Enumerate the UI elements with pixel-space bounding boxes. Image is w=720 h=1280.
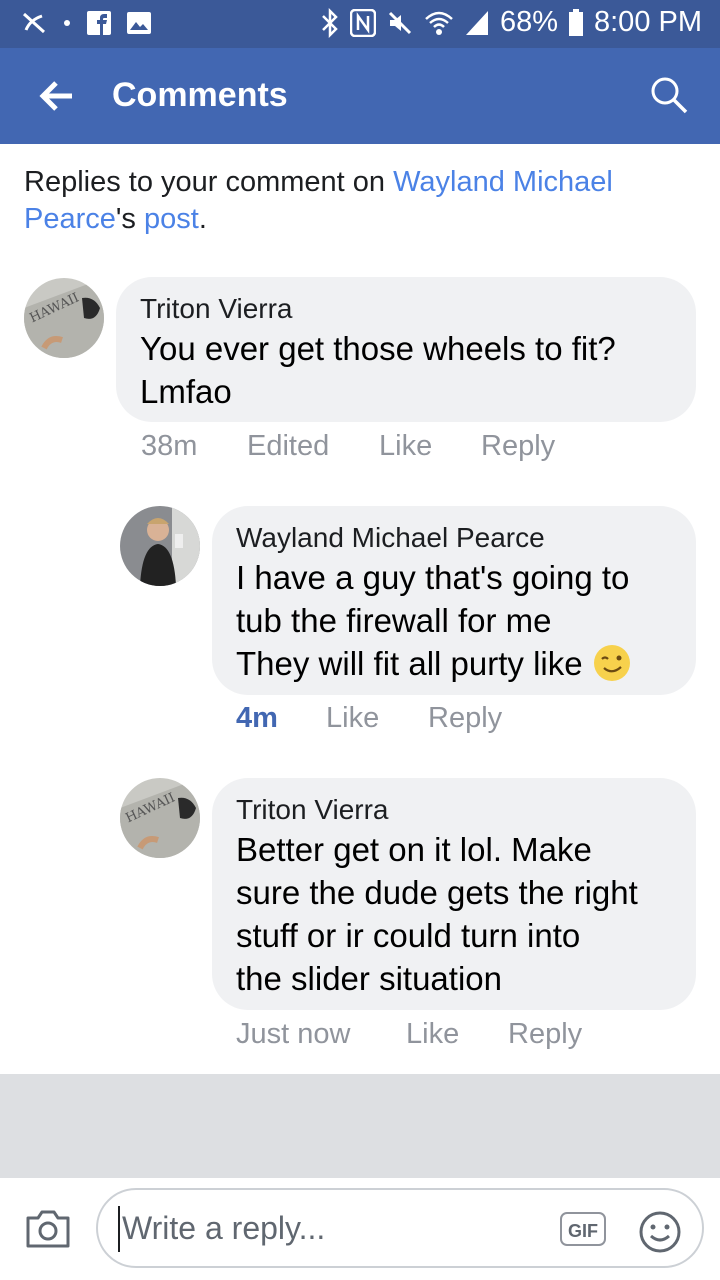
battery-percent: 68% bbox=[499, 6, 558, 38]
like-button[interactable]: Like bbox=[379, 430, 481, 463]
comment-line: Lmfao bbox=[140, 373, 232, 410]
replies-header: Replies to your comment on Wayland Micha… bbox=[24, 164, 704, 238]
avatar[interactable]: HAWAII bbox=[120, 778, 200, 858]
header-possessive: 's bbox=[115, 203, 144, 235]
comment-text: You ever get those wheels to fit? Lmfao bbox=[140, 327, 616, 413]
signal-icon bbox=[465, 10, 488, 35]
comment-meta: 4m Like Reply bbox=[236, 702, 502, 735]
comment-line: Better get on it lol. Make bbox=[236, 831, 592, 868]
sticker-smile-icon[interactable] bbox=[638, 1210, 682, 1254]
comment-text: I have a guy that's going to tub the fir… bbox=[236, 556, 632, 685]
status-right: 68% 8:00 PM bbox=[320, 6, 702, 39]
reply-button[interactable]: Reply bbox=[508, 1018, 582, 1051]
status-left-icons bbox=[20, 10, 152, 36]
comment-line: stuff or ir could turn into bbox=[236, 917, 581, 954]
like-button[interactable]: Like bbox=[406, 1018, 508, 1051]
comment-author[interactable]: Triton Vierra bbox=[140, 293, 293, 325]
comment-meta: Just now Like Reply bbox=[236, 1018, 582, 1051]
satellite-icon bbox=[22, 12, 46, 34]
search-icon[interactable] bbox=[650, 76, 688, 114]
comment-line: You ever get those wheels to fit? bbox=[140, 330, 616, 367]
header-prefix: Replies to your comment on bbox=[24, 166, 394, 198]
back-arrow-icon[interactable] bbox=[38, 78, 74, 114]
battery-icon bbox=[569, 8, 583, 36]
reply-composer: Write a reply... GIF bbox=[0, 1178, 720, 1280]
bluetooth-icon bbox=[322, 7, 338, 38]
camera-icon[interactable] bbox=[24, 1206, 72, 1250]
comment-bubble[interactable]: Wayland Michael Pearce I have a guy that… bbox=[212, 506, 696, 695]
like-button[interactable]: Like bbox=[326, 702, 428, 735]
status-bar: 68% 8:00 PM bbox=[0, 0, 720, 48]
comment-text: Better get on it lol. Make sure the dude… bbox=[236, 828, 638, 1000]
post-link[interactable]: post bbox=[144, 203, 199, 235]
selfie-avatar-image bbox=[120, 506, 200, 586]
wifi-icon bbox=[425, 11, 453, 35]
reply-button[interactable]: Reply bbox=[481, 430, 555, 463]
comment-line: They will fit all purty like bbox=[236, 645, 583, 682]
reply-input[interactable]: Write a reply... GIF bbox=[96, 1188, 704, 1268]
comment-bubble[interactable]: Triton Vierra Better get on it lol. Make… bbox=[212, 778, 696, 1010]
reply-button[interactable]: Reply bbox=[428, 702, 502, 735]
comment-time: Just now bbox=[236, 1018, 351, 1050]
comment-author[interactable]: Triton Vierra bbox=[236, 794, 389, 826]
hawaii-avatar-image: HAWAII bbox=[120, 778, 200, 858]
comment-bubble[interactable]: Triton Vierra You ever get those wheels … bbox=[116, 277, 696, 422]
gif-button[interactable]: GIF bbox=[560, 1212, 606, 1246]
empty-area bbox=[0, 1074, 720, 1178]
comment-line: I have a guy that's going to bbox=[236, 559, 630, 596]
nfc-icon bbox=[349, 8, 376, 37]
text-cursor bbox=[118, 1206, 120, 1252]
comment-meta: 38m Edited Like Reply bbox=[141, 430, 555, 463]
image-notification-icon bbox=[127, 12, 151, 34]
comment-time: 4m bbox=[236, 702, 278, 734]
app-bar: Comments bbox=[0, 48, 720, 144]
comment-line-with-emoji: They will fit all purty like bbox=[236, 642, 632, 685]
wink-emoji-icon bbox=[593, 645, 630, 681]
clock: 8:00 PM bbox=[594, 6, 702, 38]
comment-line: tub the firewall for me bbox=[236, 602, 552, 639]
reply-placeholder: Write a reply... bbox=[122, 1210, 326, 1246]
header-suffix: . bbox=[198, 203, 207, 235]
avatar[interactable] bbox=[120, 506, 200, 586]
facebook-notification-icon bbox=[87, 11, 111, 35]
avatar[interactable]: HAWAII bbox=[24, 278, 104, 358]
page-title: Comments bbox=[112, 76, 288, 114]
notification-dot-icon bbox=[64, 20, 70, 26]
comment-line: sure the dude gets the right bbox=[236, 874, 638, 911]
comment-time: 38m bbox=[141, 430, 198, 462]
mute-icon bbox=[388, 11, 412, 34]
edited-label[interactable]: Edited bbox=[247, 430, 379, 463]
hawaii-avatar-image: HAWAII bbox=[24, 278, 104, 358]
comment-line: the slider situation bbox=[236, 960, 502, 997]
comment-author[interactable]: Wayland Michael Pearce bbox=[236, 522, 545, 554]
